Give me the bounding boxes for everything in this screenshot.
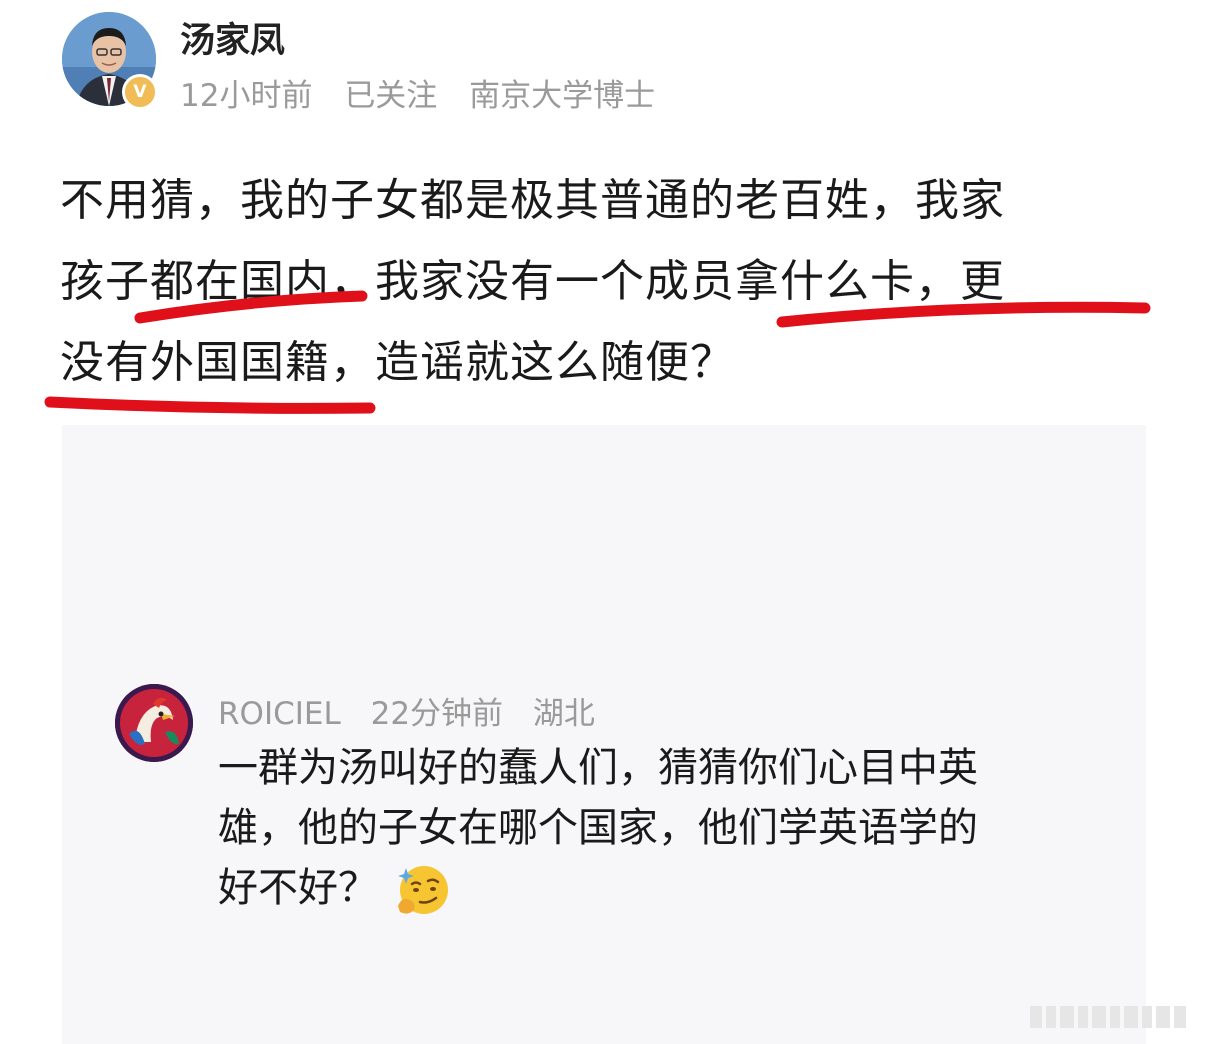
post-time: 12小时前 [180, 78, 313, 114]
author-title: 南京大学博士 [469, 78, 656, 114]
comment-line: 一群为汤叫好的蠢人们，猜猜你们心目中英 [218, 745, 978, 791]
comment-panel [62, 425, 1146, 1044]
commenter-avatar[interactable] [115, 684, 193, 762]
comment-location: 湖北 [532, 696, 595, 732]
post-header: V 汤家凤 12小时前 已关注 南京大学博士 [62, 10, 762, 114]
post-meta: 12小时前 已关注 南京大学博士 [180, 70, 677, 115]
thinking-smirk-emoji-icon [394, 862, 450, 918]
watermark-bars [1030, 1006, 1186, 1028]
follow-status[interactable]: 已关注 [344, 78, 437, 114]
post-content: 不用猜，我的子女都是极其普通的老百姓，我家 孩子都在国内，我家没有一个成员拿什么… [60, 160, 1160, 403]
post-line: 孩子都在国内，我家没有一个成员拿什么卡，更 [60, 256, 1005, 307]
comment-line-last: 好不好？ [218, 858, 1098, 918]
comment-content: 一群为汤叫好的蠢人们，猜猜你们心目中英 雄，他的子女在哪个国家，他们学英语学的 … [218, 738, 1098, 918]
post-line: 没有外国国籍，造谣就这么随便？ [60, 337, 735, 388]
comment-line: 好不好？ [218, 865, 378, 911]
commenter-name[interactable]: ROICIEL [218, 696, 341, 732]
comment-line: 雄，他的子女在哪个国家，他们学英语学的 [218, 805, 978, 851]
comment-time: 22分钟前 [370, 696, 504, 732]
post-line: 不用猜，我的子女都是极其普通的老百姓，我家 [60, 175, 1005, 226]
verified-badge-icon: V [122, 74, 158, 110]
author-name[interactable]: 汤家凤 [180, 12, 285, 63]
comment-meta: ROICIEL 22分钟前 湖北 [218, 688, 615, 733]
